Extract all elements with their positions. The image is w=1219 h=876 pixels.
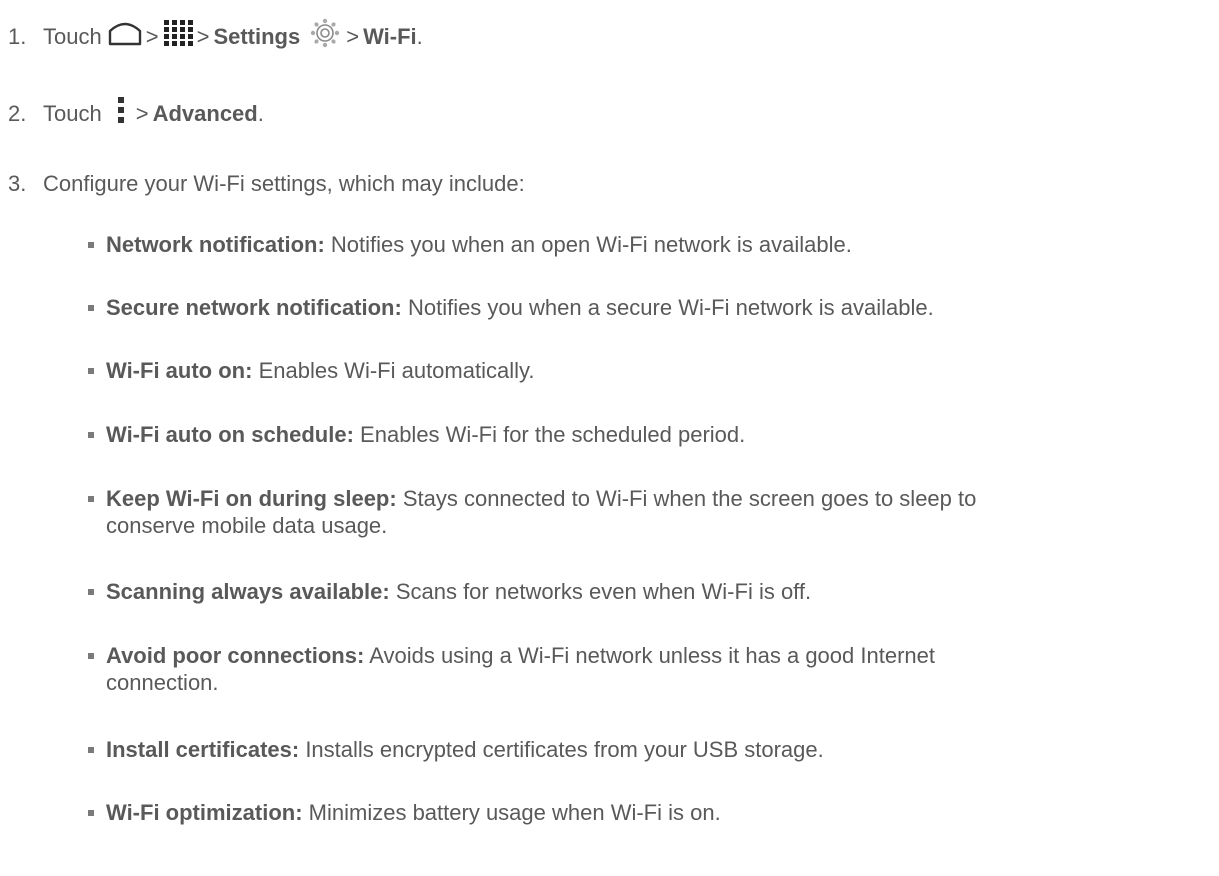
- option-title: Install certificates:: [106, 737, 300, 762]
- option-title: Keep Wi-Fi on during sleep:: [106, 486, 397, 511]
- period: .: [416, 24, 423, 49]
- advanced-label: Advanced: [152, 101, 258, 126]
- option-title: Avoid poor connections:: [106, 643, 365, 668]
- apps-grid-icon: [163, 19, 193, 55]
- option-description: Enables Wi-Fi automatically.: [258, 358, 535, 383]
- separator: >: [145, 24, 159, 49]
- option-title: Wi-Fi auto on:: [106, 358, 253, 383]
- step-number: 1.: [8, 24, 27, 49]
- list-item: Install certificates: Installs encrypted…: [106, 736, 1214, 763]
- option-description: Enables Wi-Fi for the scheduled period.: [360, 422, 746, 447]
- option-description: Installs encrypted certificates from you…: [305, 737, 824, 762]
- step-3: 3. Configure your Wi-Fi settings, which …: [8, 169, 525, 199]
- option-description: Minimizes battery usage when Wi-Fi is on…: [308, 800, 721, 825]
- step-prefix: Touch: [43, 101, 102, 126]
- option-title: Network notification:: [106, 232, 325, 257]
- option-title: Secure network notification:: [106, 295, 402, 320]
- wifi-label: Wi-Fi: [363, 24, 417, 49]
- home-icon: [108, 20, 142, 54]
- step-prefix: Touch: [43, 24, 102, 49]
- list-item: Wi-Fi auto on: Enables Wi-Fi automatical…: [106, 357, 1214, 384]
- period: .: [257, 101, 264, 126]
- step-2: 2. Touch > Advanced .: [8, 96, 264, 132]
- list-item: Avoid poor connections: Avoids using a W…: [106, 642, 976, 696]
- list-item: Wi-Fi auto on schedule: Enables Wi-Fi fo…: [106, 421, 1214, 448]
- list-item: Keep Wi-Fi on during sleep: Stays connec…: [106, 485, 1056, 539]
- separator: >: [196, 24, 210, 49]
- option-description: Notifies you when an open Wi-Fi network …: [330, 232, 852, 257]
- menu-dots-icon: [116, 96, 126, 132]
- option-description: Scans for networks even when Wi-Fi is of…: [395, 579, 812, 604]
- option-title: Wi-Fi optimization:: [106, 800, 303, 825]
- list-item: Secure network notification: Notifies yo…: [106, 294, 1214, 321]
- step-text: Configure your Wi-Fi settings, which may…: [43, 171, 525, 196]
- step-number: 2.: [8, 101, 27, 126]
- list-item: Network notification: Notifies you when …: [106, 231, 1214, 258]
- option-description: Notifies you when a secure Wi-Fi network…: [407, 295, 934, 320]
- step-number: 3.: [8, 171, 27, 196]
- list-item: Wi-Fi optimization: Minimizes battery us…: [106, 799, 1214, 826]
- list-item: Scanning always available: Scans for net…: [106, 578, 1214, 605]
- separator: >: [135, 101, 149, 126]
- settings-label: Settings: [213, 24, 301, 49]
- option-title: Scanning always available:: [106, 579, 390, 604]
- option-title: Wi-Fi auto on schedule:: [106, 422, 354, 447]
- separator: >: [346, 24, 360, 49]
- instructions-document: 1. Touch > > Settings > Wi-Fi . 2. Touch…: [0, 0, 1219, 876]
- step-1: 1. Touch > > Settings > Wi-Fi .: [8, 18, 423, 55]
- settings-gear-icon: [308, 17, 342, 57]
